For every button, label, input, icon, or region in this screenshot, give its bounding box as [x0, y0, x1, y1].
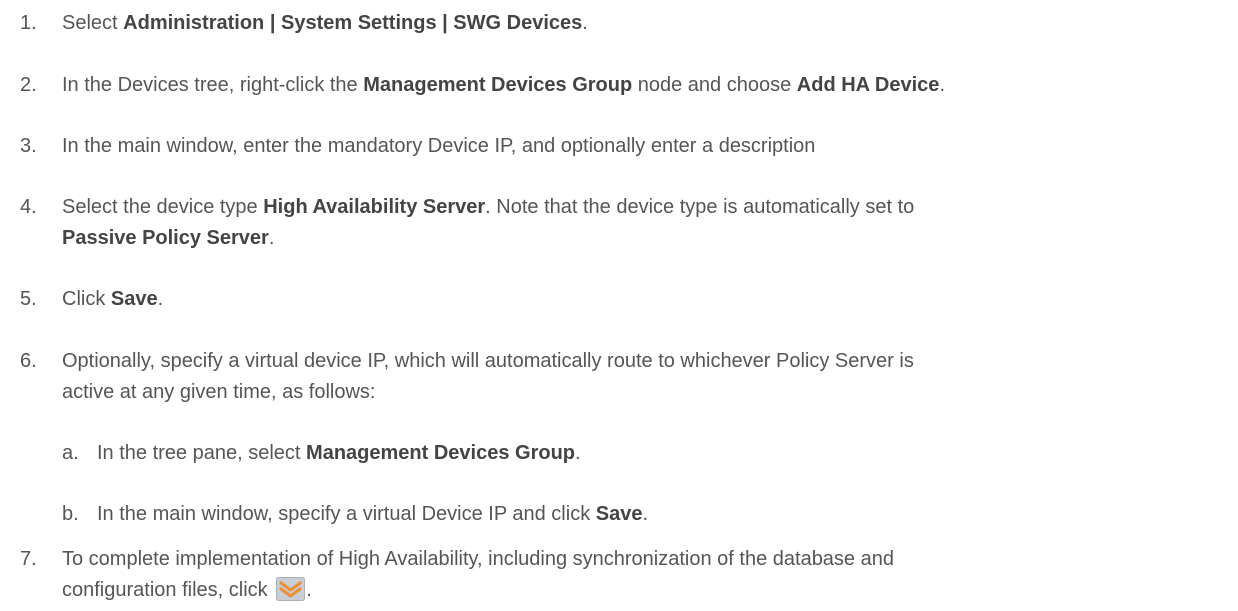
step-number: 5. — [20, 288, 37, 310]
text-run: node and choose — [632, 74, 797, 96]
text-run: . — [642, 503, 649, 525]
step-text: In the tree pane, select Management Devi… — [97, 438, 1227, 469]
step-text: In the main window, specify a virtual De… — [97, 499, 1227, 530]
instructions-document: 1. Select Administration | System Settin… — [0, 0, 1238, 601]
text-run: active at any given time, as follows: — [62, 381, 376, 403]
node-name: Management Devices Group — [363, 74, 633, 96]
device-type: High Availability Server — [263, 196, 486, 218]
step-number: 2. — [20, 74, 37, 96]
text-run: . — [939, 74, 945, 96]
text-run: . — [268, 227, 275, 249]
step-number: 1. — [20, 12, 37, 34]
text-run: Select the device type — [62, 196, 264, 218]
save-label: Save — [595, 503, 643, 525]
step-text: Select Administration | System Settings … — [62, 8, 1232, 39]
text-run: . Note that the device type is automatic… — [485, 196, 915, 218]
step-text: Optionally, specify a virtual device IP,… — [62, 346, 1232, 408]
step-text: In the Devices tree, right-click the Man… — [62, 70, 1232, 101]
text-run: . — [582, 12, 588, 34]
text-run: In the tree pane, select — [97, 442, 307, 464]
text-run: . — [157, 288, 164, 310]
step-number: 3. — [20, 135, 37, 157]
step-text: In the main window, enter the mandatory … — [62, 131, 1232, 162]
text-run: To complete implementation of High Avail… — [62, 548, 894, 570]
text-run: . — [575, 442, 581, 464]
text-run: In the Devices tree, right-click the — [62, 74, 364, 96]
text-run: In the main window, enter the mandatory … — [62, 135, 816, 157]
menu-option: Add HA Device — [796, 74, 940, 96]
step-text: Select the device type High Availability… — [62, 192, 1232, 254]
step-text: To complete implementation of High Avail… — [62, 544, 1232, 606]
step-number: 4. — [20, 196, 37, 218]
device-type: Passive Policy Server — [62, 227, 269, 249]
text-run: Optionally, specify a virtual device IP,… — [62, 350, 914, 372]
node-name: Management Devices Group — [306, 442, 575, 464]
text-run: Select — [62, 12, 124, 34]
save-label: Save — [110, 288, 158, 310]
text-run: In the main window, specify a virtual De… — [97, 503, 596, 525]
step-text: Click Save. — [62, 284, 1232, 315]
substep-letter: a. — [62, 442, 79, 464]
menu-path: Administration | System Settings | SWG D… — [123, 12, 583, 34]
substep-letter: b. — [62, 503, 79, 525]
text-run: Click — [62, 288, 111, 310]
sync-chevron-icon[interactable] — [276, 577, 306, 601]
step-number: 7. — [20, 548, 37, 570]
step-number: 6. — [20, 350, 37, 372]
